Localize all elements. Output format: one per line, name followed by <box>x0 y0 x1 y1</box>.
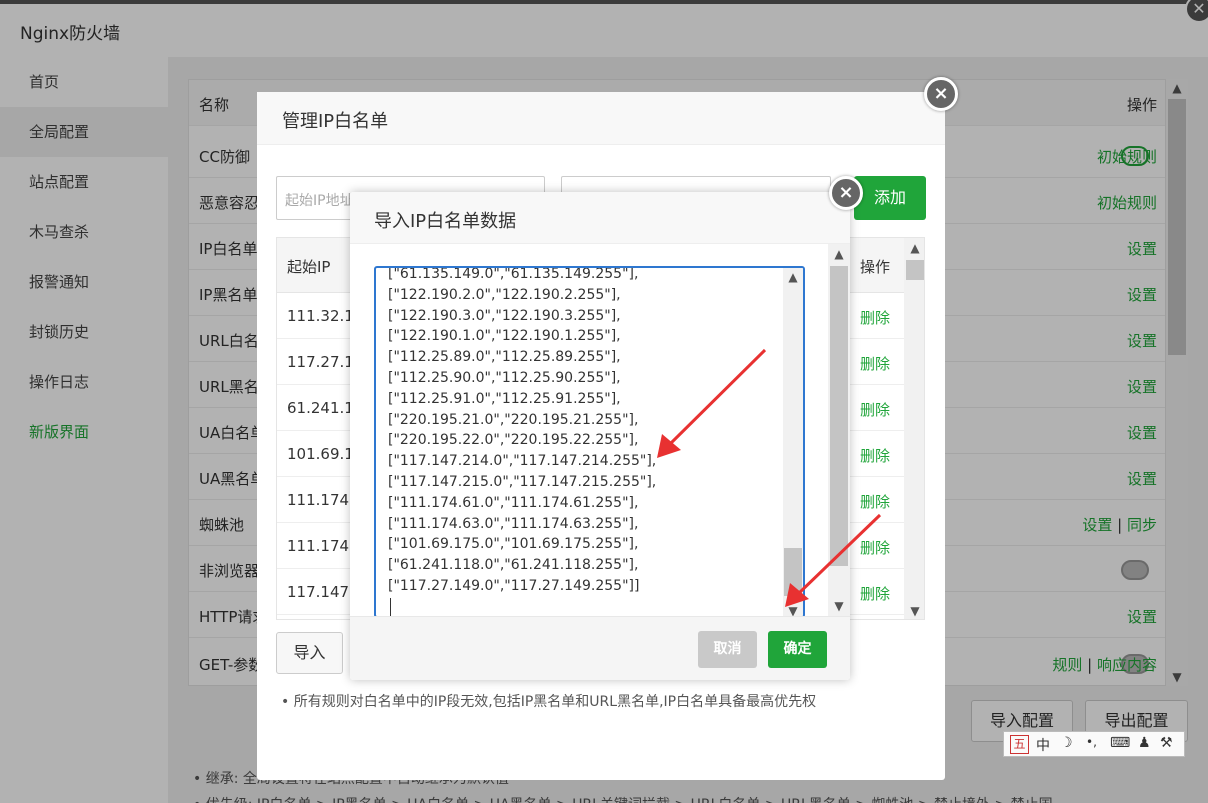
textarea-line: ["111.174.61.0","111.174.61.255"], <box>388 494 639 511</box>
user-icon[interactable]: ♟ <box>1138 735 1151 751</box>
textarea-line: ["101.69.175.0","101.69.175.255"], <box>388 536 639 553</box>
textarea-line: ["61.241.118.0","61.241.118.255"], <box>388 557 639 574</box>
delete-link[interactable]: 删除 <box>860 353 890 374</box>
close-icon[interactable]: × <box>829 176 863 210</box>
delete-link[interactable]: 删除 <box>860 491 890 512</box>
moon-icon[interactable]: ☽ <box>1060 735 1073 751</box>
textarea-content: ["61.135.149.0","61.135.149.255"], ["122.… <box>388 266 657 597</box>
ime-toolbar: 五 中 ☽ •, ⌨ ♟ ⚒ <box>1003 731 1185 757</box>
textarea-line: ["220.195.22.0","220.195.22.255"], <box>388 432 639 449</box>
delete-link[interactable]: 删除 <box>860 399 890 420</box>
add-button[interactable]: 添加 <box>854 176 926 220</box>
textarea-scrollbar[interactable]: ▲ ▼ <box>783 268 803 616</box>
textarea-line: ["112.25.91.0","112.25.91.255"], <box>388 390 621 407</box>
scroll-up-icon[interactable]: ▲ <box>828 247 850 261</box>
wrench-icon[interactable]: ⚒ <box>1160 735 1173 751</box>
scroll-up-icon[interactable]: ▲ <box>904 241 924 255</box>
row-ip: 111.174. <box>287 537 354 555</box>
whitelist-note: • 所有规则对白名单中的IP段无效,包括IP黑名单和URL黑名单,IP白名单具备… <box>281 694 817 710</box>
close-icon[interactable]: × <box>924 77 958 111</box>
textarea-line: ["117.147.214.0","117.147.214.255"], <box>388 453 657 470</box>
textarea-line: ["61.135.149.0","61.135.149.255"], <box>388 266 639 282</box>
dialog-title: 管理IP白名单 <box>282 111 389 132</box>
dialog-titlebar: 管理IP白名单 <box>257 92 945 145</box>
textarea-line: ["112.25.90.0","112.25.90.255"], <box>388 369 621 386</box>
delete-link[interactable]: 删除 <box>860 307 890 328</box>
row-ip: 101.69.1 <box>287 445 354 463</box>
import-data-textarea[interactable]: ["61.135.149.0","61.135.149.255"], ["122.… <box>374 266 805 618</box>
keyboard-icon[interactable]: ⌨ <box>1110 735 1130 751</box>
dialog-title: 导入IP白名单数据 <box>374 211 517 232</box>
textarea-line: ["111.174.63.0","111.174.63.255"], <box>388 515 639 532</box>
textarea-line: ["117.27.149.0","117.27.149.255"]] <box>388 577 640 594</box>
ime-mode-icon[interactable]: 五 <box>1010 735 1029 754</box>
delete-link[interactable]: 删除 <box>860 537 890 558</box>
ime-lang-icon[interactable]: 中 <box>1036 735 1050 755</box>
import-ip-dialog: 导入IP白名单数据 ["61.135.149.0","61.135.149.25… <box>350 192 850 680</box>
row-ip: 61.241.1 <box>287 399 354 417</box>
text-caret <box>390 598 391 616</box>
import-button[interactable]: 导入 <box>276 632 343 674</box>
dialog-titlebar: 导入IP白名单数据 <box>350 192 850 244</box>
column-header-start-ip: 起始IP <box>287 258 331 276</box>
cancel-button[interactable]: 取消 <box>698 631 757 668</box>
table-scrollbar[interactable]: ▲ ▼ <box>904 238 924 619</box>
row-ip: 117.27.1 <box>287 353 354 371</box>
scrollbar-thumb[interactable] <box>830 266 848 566</box>
delete-link[interactable]: 删除 <box>860 583 890 604</box>
textarea-line: ["112.25.89.0","112.25.89.255"], <box>388 349 621 366</box>
confirm-button[interactable]: 确定 <box>768 631 827 668</box>
row-ip: 111.32.1 <box>287 307 354 325</box>
scroll-down-icon[interactable]: ▼ <box>828 599 850 613</box>
scroll-up-icon[interactable]: ▲ <box>783 270 803 284</box>
row-ip: 111.174. <box>287 491 354 509</box>
delete-link[interactable]: 删除 <box>860 445 890 466</box>
dialog-footer: 取消 确定 <box>350 616 850 680</box>
scrollbar-thumb[interactable] <box>784 548 802 596</box>
scrollbar-thumb[interactable] <box>906 260 924 280</box>
row-ip: 117.147. <box>287 583 354 601</box>
textarea-line: ["117.147.215.0","117.147.215.255"], <box>388 473 657 490</box>
input-placeholder: 起始IP地址 <box>285 193 354 209</box>
punctuation-icon[interactable]: •, <box>1086 735 1097 749</box>
column-header-ops: 操作 <box>860 258 891 276</box>
textarea-line: ["220.195.21.0","220.195.21.255"], <box>388 411 639 428</box>
scroll-down-icon[interactable]: ▼ <box>904 604 924 618</box>
textarea-line: ["122.190.3.0","122.190.3.255"], <box>388 307 621 324</box>
textarea-line: ["122.190.2.0","122.190.2.255"], <box>388 286 621 303</box>
textarea-line: ["122.190.1.0","122.190.1.255"], <box>388 328 621 345</box>
dialog-scrollbar[interactable]: ▲ ▼ <box>828 244 850 616</box>
